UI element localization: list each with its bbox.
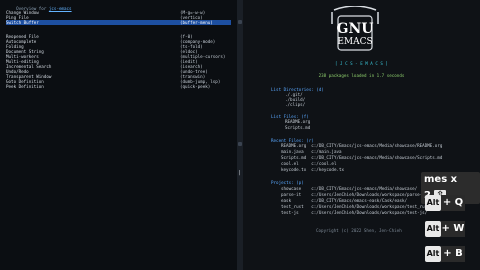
divider-handle[interactable] <box>238 142 242 146</box>
dashboard-footer: Copyright (c) 2022 Shen, Jen-Chieh <box>316 228 402 233</box>
project-item[interactable]: eask c:/DB_CITY/Emacs/emacs-eask/Cask/ea… <box>281 198 407 203</box>
section-projects[interactable]: Projects: (p) <box>271 180 304 185</box>
project-item[interactable]: test-js c:/Users/JenChieh/Downloads/work… <box>281 210 427 215</box>
recent-item[interactable]: main.java c:/main.java <box>281 149 342 154</box>
project-item[interactable]: parse-it c:/Users/JenChieh/Downloads/wor… <box>281 192 430 197</box>
menu-row-selected[interactable]: Switch Buffer (buffer-menu) <box>6 20 231 25</box>
recent-item[interactable]: keycode.tx c:/keycode.tx <box>281 167 344 172</box>
keycast-modifier: Alt <box>425 246 441 262</box>
dashboard-banner: [ J C S - E M A C S ] <box>335 61 388 66</box>
keycast-modifier: Alt <box>425 221 441 237</box>
left-pane[interactable]: Overview for jcs-emacs Change Window (M-g… <box>0 0 237 270</box>
keycast-combo: + Q <box>441 195 465 211</box>
keycast-modifier: Alt <box>425 195 441 211</box>
keycast-combo: + B <box>441 246 465 262</box>
divider-handle[interactable] <box>238 20 242 24</box>
cursor-marker: | <box>238 170 242 176</box>
file-item[interactable]: README.org <box>285 119 310 124</box>
recent-item[interactable]: cool.el c:/cool.el <box>281 161 336 166</box>
recent-item[interactable]: README.org c:/DB_CITY/Emacs/jcs-emacs/Me… <box>281 143 442 148</box>
project-item[interactable]: showcase c:/DB_CITY/Emacs/jcs-emacs/Medi… <box>281 186 417 191</box>
project-item[interactable]: test_rust c:/Users/JenChieh/Downloads/wo… <box>281 204 432 209</box>
packages-loaded: 238 packages loaded in 1.7 seconds <box>318 73 405 78</box>
svg-text:EMACS: EMACS <box>337 37 372 47</box>
recent-item[interactable]: Scripts.md c:/DB_CITY/Emacs/jcs-emacs/Me… <box>281 155 442 160</box>
dir-item[interactable]: ./clips/ <box>285 102 305 107</box>
file-item[interactable]: Scripts.md <box>285 125 310 130</box>
keycast-combo: + W <box>441 221 465 237</box>
gnu-emacs-logo: GNU EMACS <box>331 6 379 51</box>
menu-row[interactable]: Peek Definition (quick-peek) <box>6 84 210 89</box>
overview-command[interactable]: jcs-emacs <box>49 6 72 11</box>
svg-text:GNU: GNU <box>337 21 374 37</box>
